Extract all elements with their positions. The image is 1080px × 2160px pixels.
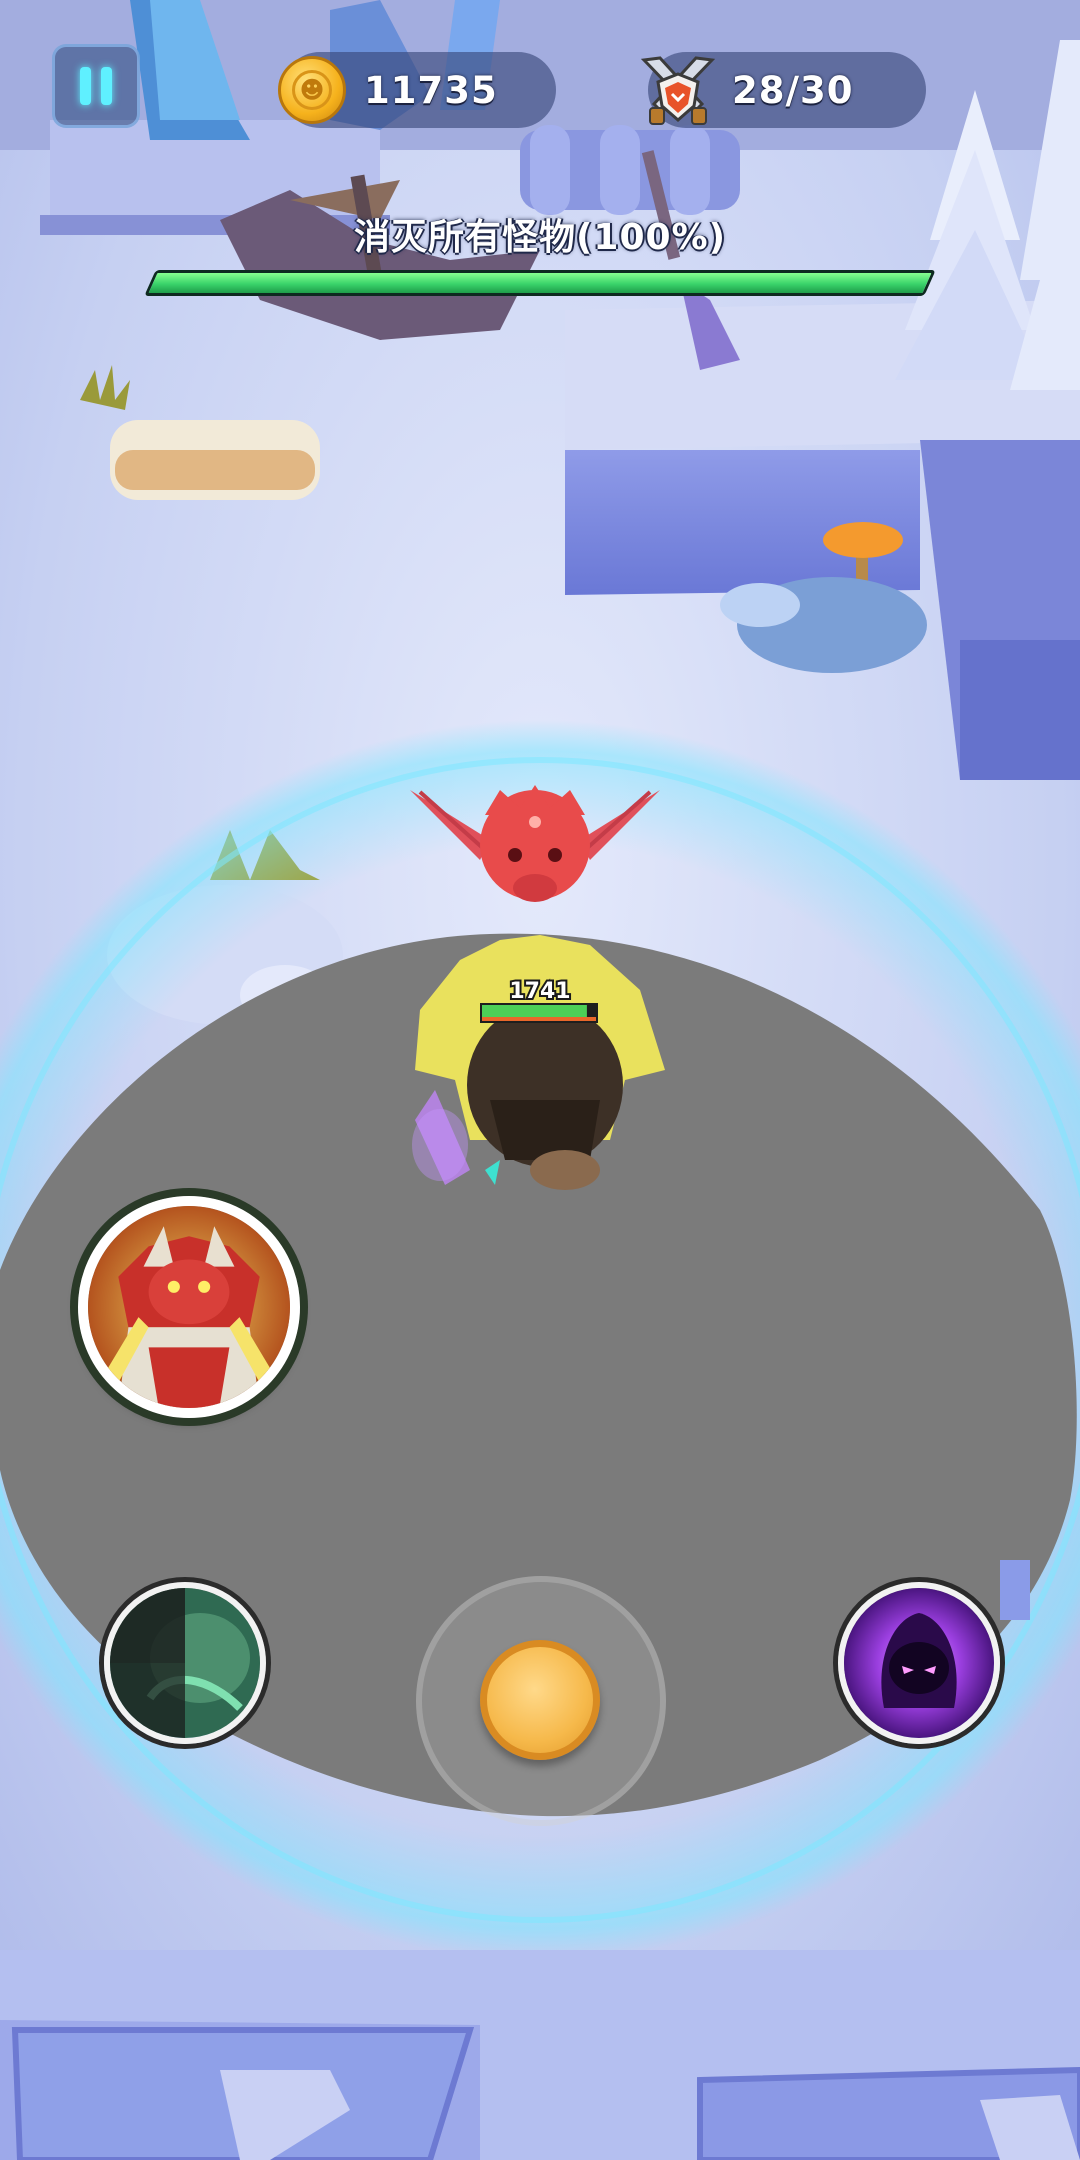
objective-progress-bar (144, 270, 936, 296)
pause-button[interactable] (52, 44, 140, 128)
skull-coin-icon: ☻ (278, 56, 346, 124)
coins-value: 11735 (364, 68, 498, 112)
player-secondary-bar (482, 1017, 596, 1021)
red-armored-hero-portrait (88, 1206, 290, 1408)
crossed-swords-shield-icon (640, 56, 716, 125)
joystick-knob[interactable] (480, 1640, 600, 1760)
green-spirit-skill-icon (110, 1588, 260, 1738)
objective-progress-fill (148, 273, 932, 293)
purple-hooded-shadow-icon (844, 1588, 994, 1738)
objective-text: 消灭所有怪物(100%) (353, 217, 727, 258)
energy-value: 28/30 (732, 68, 854, 112)
hero-skill-button[interactable] (78, 1196, 300, 1418)
shadow-skill-button[interactable] (838, 1582, 1000, 1744)
lower-terrain (0, 1950, 1080, 2160)
pause-icon (80, 67, 91, 105)
player-hp-fill (482, 1005, 587, 1017)
player-hp-text: 1741 (509, 979, 570, 1004)
nature-skill-button[interactable] (104, 1582, 266, 1744)
game-scene: 1741 (0, 0, 1080, 2160)
